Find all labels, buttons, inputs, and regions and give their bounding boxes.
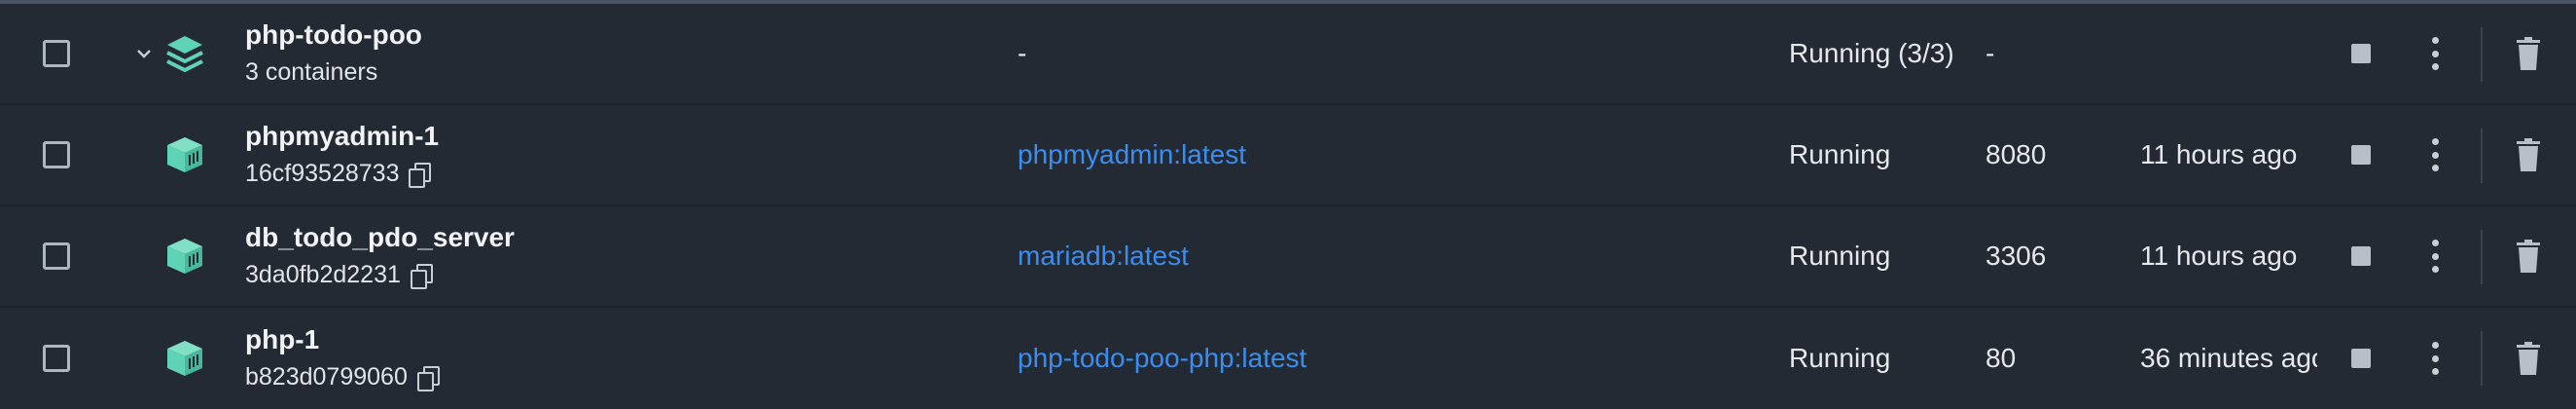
name-cell: php-1 b823d0799060 [245, 323, 440, 393]
image-link[interactable]: php-todo-poo-php:latest [1018, 343, 1306, 374]
status-value: Running [1789, 343, 1891, 373]
trash-icon[interactable] [2516, 342, 2541, 375]
actions-divider [2481, 230, 2483, 284]
name-cell: php-todo-poo 3 containers [245, 19, 422, 89]
container-name[interactable]: phpmyadmin-1 [245, 120, 439, 153]
name-cell: db_todo_pdo_server 3da0fb2d2231 [245, 221, 515, 291]
container-id-text: 16cf93528733 [245, 160, 400, 187]
actions-divider [2481, 331, 2483, 386]
row-select-checkbox[interactable] [43, 345, 70, 372]
more-vertical-icon[interactable] [2429, 240, 2441, 273]
port-value: 8080 [1986, 139, 2047, 169]
chevron-down-icon[interactable] [134, 44, 154, 63]
container-name[interactable]: php-1 [245, 323, 437, 356]
status-value: Running [1789, 241, 1891, 271]
more-vertical-icon[interactable] [2429, 37, 2441, 70]
trash-icon[interactable] [2516, 138, 2541, 171]
port-value: 80 [1986, 343, 2017, 373]
stop-icon[interactable] [2351, 145, 2371, 165]
container-id: 16cf93528733 [245, 157, 439, 190]
row-select-checkbox[interactable] [43, 141, 70, 168]
image-value: - [1018, 38, 1027, 68]
row-select-checkbox[interactable] [43, 242, 70, 270]
more-vertical-icon[interactable] [2429, 342, 2441, 375]
container-cube-icon [163, 133, 206, 176]
table-row-group[interactable]: php-todo-poo 3 containers - Running (3/3… [0, 4, 2576, 105]
container-count: 3 containers [245, 58, 378, 86]
container-id-text: b823d0799060 [245, 363, 408, 390]
image-link[interactable]: phpmyadmin:latest [1018, 139, 1246, 170]
trash-icon[interactable] [2516, 240, 2541, 273]
more-vertical-icon[interactable] [2429, 138, 2441, 171]
container-cube-icon [163, 235, 206, 278]
stop-icon[interactable] [2351, 246, 2371, 266]
stack-layers-icon [163, 32, 206, 75]
port-value: 3306 [1986, 241, 2047, 271]
containers-table: php-todo-poo 3 containers - Running (3/3… [0, 4, 2576, 409]
stop-icon[interactable] [2351, 44, 2371, 63]
name-cell: phpmyadmin-1 16cf93528733 [245, 120, 439, 190]
container-id: b823d0799060 [245, 360, 440, 393]
table-row[interactable]: db_todo_pdo_server 3da0fb2d2231 mariadb:… [0, 206, 2576, 308]
copy-icon[interactable] [416, 366, 440, 391]
port-value: - [1986, 38, 1995, 68]
table-row[interactable]: phpmyadmin-1 16cf93528733 phpmyadmin:lat… [0, 105, 2576, 206]
container-id-text: 3da0fb2d2231 [245, 261, 401, 288]
container-name[interactable]: db_todo_pdo_server [245, 221, 515, 254]
status-value: Running [1789, 139, 1891, 169]
last-started-value: 11 hours ago [2140, 139, 2298, 169]
row-select-checkbox[interactable] [43, 40, 70, 67]
actions-divider [2481, 129, 2483, 183]
stop-icon[interactable] [2351, 349, 2371, 368]
image-link[interactable]: mariadb:latest [1018, 241, 1189, 272]
status-value: Running (3/3) [1789, 38, 1954, 68]
table-row[interactable]: php-1 b823d0799060 php-todo-poo-php:late… [0, 308, 2576, 409]
last-started-value: 11 hours ago [2140, 241, 2298, 271]
stack-name[interactable]: php-todo-poo [245, 19, 422, 52]
copy-icon[interactable] [410, 264, 433, 289]
actions-divider [2481, 27, 2483, 82]
copy-icon[interactable] [409, 163, 432, 188]
container-cube-icon [163, 337, 206, 380]
trash-icon[interactable] [2516, 37, 2541, 70]
container-id: 3da0fb2d2231 [245, 258, 515, 291]
last-started-value: 36 minutes ago [2140, 343, 2317, 373]
